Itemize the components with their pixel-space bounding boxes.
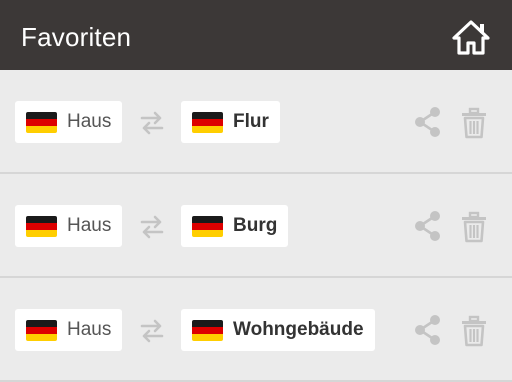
list-item[interactable]: Haus Burg: [0, 174, 512, 278]
home-button[interactable]: [449, 17, 493, 57]
share-icon[interactable]: [413, 314, 443, 346]
favorites-list: Haus Flur Haus Burg Haus Wohngebäude: [0, 70, 512, 382]
trash-icon[interactable]: [460, 211, 488, 243]
share-icon[interactable]: [413, 210, 443, 242]
trash-icon[interactable]: [460, 107, 488, 139]
app-bar: Favoriten: [0, 0, 512, 70]
german-flag-icon: [192, 111, 223, 133]
source-word: Haus: [67, 215, 112, 236]
list-item[interactable]: Haus Wohngebäude: [0, 278, 512, 382]
target-word: Flur: [233, 111, 269, 132]
target-word-chip[interactable]: Burg: [181, 205, 289, 247]
german-flag-icon: [192, 215, 223, 237]
page-title: Favoriten: [21, 22, 132, 52]
german-flag-icon: [192, 319, 223, 341]
target-word: Wohngebäude: [233, 319, 364, 340]
source-word-chip[interactable]: Haus: [15, 309, 123, 351]
share-icon[interactable]: [413, 106, 443, 138]
german-flag-icon: [26, 319, 57, 341]
target-word-chip[interactable]: Wohngebäude: [181, 309, 375, 351]
source-word: Haus: [67, 319, 112, 340]
trash-icon[interactable]: [460, 315, 488, 347]
list-item[interactable]: Haus Flur: [0, 70, 512, 174]
swap-arrows-icon: [140, 111, 164, 135]
swap-arrows-icon: [140, 319, 164, 343]
german-flag-icon: [26, 215, 57, 237]
source-word-chip[interactable]: Haus: [15, 205, 123, 247]
source-word-chip[interactable]: Haus: [15, 101, 123, 143]
swap-arrows-icon: [140, 215, 164, 239]
home-icon: [452, 20, 490, 55]
target-word: Burg: [233, 215, 278, 236]
german-flag-icon: [26, 111, 57, 133]
source-word: Haus: [67, 111, 112, 132]
target-word-chip[interactable]: Flur: [181, 101, 280, 143]
